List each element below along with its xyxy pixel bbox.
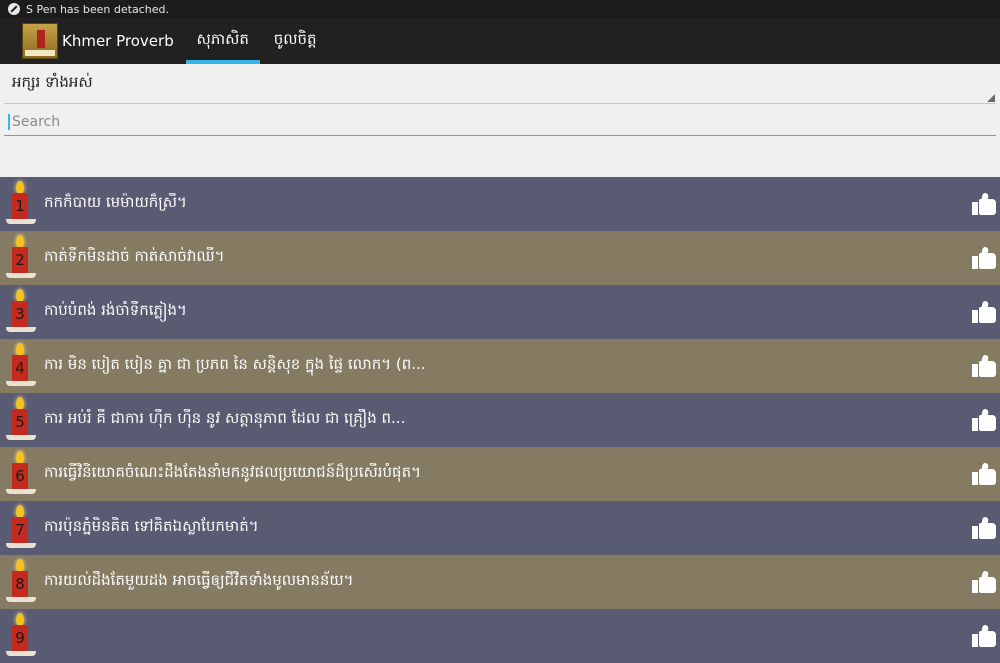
proverb-text: ការប៉ុនភ្នំមិនគិត ទៅគិតឯស្លាបែកមាត់។: [44, 517, 259, 535]
app-title: Khmer Proverb: [62, 32, 174, 50]
item-number: 6: [12, 463, 28, 489]
tab-favorites[interactable]: ចូលចិត្ត: [260, 18, 331, 64]
thumbs-up-icon[interactable]: [972, 462, 998, 485]
list-item[interactable]: 4 ការ មិន បៀត បៀន គ្នា ជា ប្រភព នៃ សន្តិ…: [0, 339, 1000, 393]
list-item[interactable]: 5 ការ អប់រំ គឺ ជាការ ហ៊ឹក ហ៊ឺន នូវ សត្តា…: [0, 393, 1000, 447]
dropdown-value: អក្សរ ទាំងអស់: [12, 72, 93, 91]
thumbs-up-icon[interactable]: [972, 354, 998, 377]
thumbs-up-icon[interactable]: [972, 624, 998, 647]
proverb-list: 1 កកក៏បាយ មេម៉ាយក៏ស្រី។ 2 កាត់ទឹកមិនដាច់…: [0, 177, 1000, 663]
list-item[interactable]: 6 ការធ្វើវិនិយោគចំណេះដឹងតែងនាំមកនូវផលប្រ…: [0, 447, 1000, 501]
item-number: 5: [12, 409, 28, 435]
filter-area: អក្សរ ទាំងអស់: [0, 64, 1000, 177]
tab-favorites-label: ចូលចិត្ត: [273, 30, 317, 48]
candle-icon: 5: [6, 397, 36, 443]
proverb-text: កកក៏បាយ មេម៉ាយក៏ស្រី។: [44, 193, 187, 211]
proverb-text: ការធ្វើវិនិយោគចំណេះដឹងតែងនាំមកនូវផលប្រយោ…: [44, 463, 421, 481]
item-number: 3: [12, 301, 28, 327]
list-item[interactable]: 9: [0, 609, 1000, 663]
thumbs-up-icon[interactable]: [972, 192, 998, 215]
item-number: 1: [12, 193, 28, 219]
list-item[interactable]: 1 កកក៏បាយ មេម៉ាយក៏ស្រី។: [0, 177, 1000, 231]
proverb-text: ការយល់ដឹងតែមួយដង អាចធ្វើឲ្យជីវិតទាំងមូលម…: [44, 571, 354, 589]
candle-icon: 2: [6, 235, 36, 281]
proverb-text: ការ អប់រំ គឺ ជាការ ហ៊ឹក ហ៊ឺន នូវ សត្តានុ…: [44, 409, 406, 427]
item-number: 2: [12, 247, 28, 273]
item-number: 9: [12, 625, 28, 651]
thumbs-up-icon[interactable]: [972, 570, 998, 593]
item-number: 4: [12, 355, 28, 381]
search-input[interactable]: [8, 113, 996, 130]
item-number: 7: [12, 517, 28, 543]
candle-icon: 8: [6, 559, 36, 605]
tab-proverbs-label: សុភាសិត: [196, 30, 249, 48]
proverb-text: កាប់បំពង់ រង់ចាំទឹកភ្លៀង។: [44, 301, 187, 319]
candle-icon: 4: [6, 343, 36, 389]
thumbs-up-icon[interactable]: [972, 408, 998, 431]
candle-icon: 3: [6, 289, 36, 335]
thumbs-up-icon[interactable]: [972, 516, 998, 539]
thumbs-up-icon[interactable]: [972, 300, 998, 323]
search-box: [4, 108, 996, 136]
letter-filter-dropdown[interactable]: អក្សរ ទាំងអស់: [4, 64, 996, 104]
candle-icon: 9: [6, 613, 36, 659]
candle-icon: 7: [6, 505, 36, 551]
app-logo-icon[interactable]: [22, 23, 58, 59]
item-number: 8: [12, 571, 28, 597]
status-message: S Pen has been detached.: [26, 2, 169, 16]
dropdown-arrow-icon: [987, 94, 995, 102]
proverb-text: កាត់ទឹកមិនដាច់ កាត់សាច់វាឈឺ។: [44, 247, 225, 265]
candle-icon: 6: [6, 451, 36, 497]
candle-icon: 1: [6, 181, 36, 227]
thumbs-up-icon[interactable]: [972, 246, 998, 269]
pen-icon: [8, 3, 20, 15]
list-item[interactable]: 7 ការប៉ុនភ្នំមិនគិត ទៅគិតឯស្លាបែកមាត់។: [0, 501, 1000, 555]
action-bar: Khmer Proverb សុភាសិត ចូលចិត្ត: [0, 18, 1000, 64]
proverb-text: ការ មិន បៀត បៀន គ្នា ជា ប្រភព នៃ សន្តិសុ…: [44, 355, 426, 373]
list-item[interactable]: 3 កាប់បំពង់ រង់ចាំទឹកភ្លៀង។: [0, 285, 1000, 339]
list-item[interactable]: 8 ការយល់ដឹងតែមួយដង អាចធ្វើឲ្យជីវិតទាំងមូ…: [0, 555, 1000, 609]
list-item[interactable]: 2 កាត់ទឹកមិនដាច់ កាត់សាច់វាឈឺ។: [0, 231, 1000, 285]
tab-proverbs[interactable]: សុភាសិត: [185, 18, 260, 64]
status-bar: S Pen has been detached.: [0, 0, 1000, 18]
